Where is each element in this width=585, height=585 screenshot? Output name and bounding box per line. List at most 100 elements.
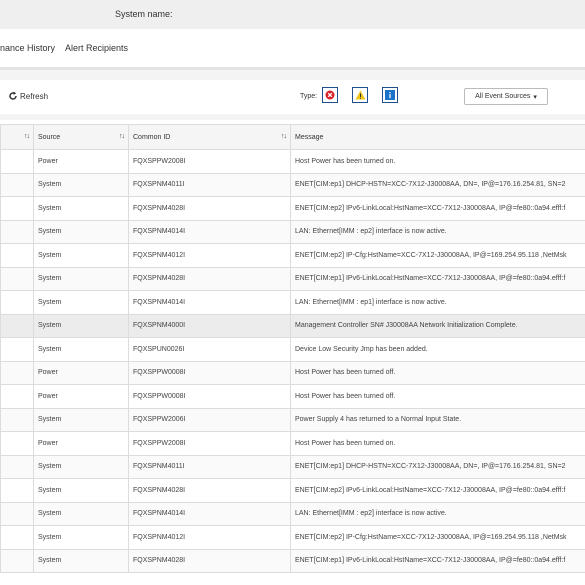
type-cell xyxy=(0,360,34,385)
message-cell: ENET[CIM:ep1] DHCP-HSTN=XCC-7X12-J30008A… xyxy=(290,454,585,479)
common-id-cell: FQXSPNM4014I xyxy=(128,219,291,244)
column-header-source-label: Source xyxy=(38,133,61,141)
warning-icon xyxy=(355,90,365,100)
table-row[interactable]: System FQXSPNM4012I ENET[CIM:ep2] IP-Cfg:H… xyxy=(0,525,585,550)
common-id-cell: FQXSPNM4028I xyxy=(128,548,291,573)
top-bar: System name: xyxy=(0,0,585,29)
message-cell: Device Low Security Jmp has been added. xyxy=(290,337,585,362)
common-id-cell: FQXSPNM4012I xyxy=(128,243,291,268)
table-row[interactable]: System FQXSPNM4014I LAN: Ethernet[IMM : ep… xyxy=(0,501,585,526)
table-row[interactable]: System FQXSPNM4028I ENET[CIM:ep1] IPv6-Lin… xyxy=(0,266,585,291)
sort-icon: ↑↓ xyxy=(24,133,30,140)
error-icon xyxy=(325,90,335,100)
table-row[interactable]: Power FQXSPPW0008I Host Power has been tur… xyxy=(0,360,585,385)
refresh-label: Refresh xyxy=(20,91,49,101)
message-cell: Host Power has been turned on. xyxy=(290,431,585,456)
message-cell: LAN: Ethernet[IMM : ep1] interface is no… xyxy=(290,290,585,315)
source-cell: Power xyxy=(33,384,129,409)
source-cell: System xyxy=(33,454,129,479)
common-id-cell: FQXSPNM4028I xyxy=(128,196,291,221)
table-row[interactable]: System FQXSPNM4011I ENET[CIM:ep1] DHCP-HST… xyxy=(0,172,585,197)
system-name-label: System name: xyxy=(115,9,173,19)
type-cell xyxy=(0,384,34,409)
common-id-cell: FQXSPNM4000I xyxy=(128,313,291,338)
type-info-button[interactable] xyxy=(382,87,398,103)
type-cell xyxy=(0,525,34,550)
message-cell: LAN: Ethernet[IMM : ep2] interface is no… xyxy=(290,501,585,526)
type-filter-label: Type: xyxy=(300,93,318,100)
common-id-cell: FQXSPPW2008I xyxy=(128,431,291,456)
type-error-button[interactable] xyxy=(322,87,338,103)
source-cell: Power xyxy=(33,360,129,385)
table-row[interactable]: System FQXSPNM4000I Management Controller … xyxy=(0,313,585,338)
type-cell xyxy=(0,243,34,268)
table-row[interactable]: System FQXSPNM4011I ENET[CIM:ep1] DHCP-HST… xyxy=(0,454,585,479)
table-row[interactable]: Power FQXSPPW0008I Host Power has been tur… xyxy=(0,384,585,409)
message-cell: Power Supply 4 has returned to a Normal … xyxy=(290,407,585,432)
tab-alert-recipients[interactable]: Alert Recipients xyxy=(65,43,128,53)
tab-maintenance-history[interactable]: nance History xyxy=(0,43,55,53)
message-cell: ENET[CIM:ep1] IPv6-LinkLocal:HstName=XCC… xyxy=(290,266,585,291)
common-id-cell: FQXSPPW0008I xyxy=(128,360,291,385)
source-cell: System xyxy=(33,337,129,362)
table-row[interactable]: System FQXSPNM4028I ENET[CIM:ep2] IPv6-Lin… xyxy=(0,478,585,503)
info-icon xyxy=(385,90,395,100)
event-source-dropdown[interactable]: All Event Sources ▾ xyxy=(464,88,548,105)
source-cell: Power xyxy=(33,149,129,174)
source-cell: System xyxy=(33,290,129,315)
type-cell xyxy=(0,431,34,456)
source-cell: System xyxy=(33,525,129,550)
message-cell: Management Controller SN# J30008AA Netwo… xyxy=(290,313,585,338)
type-cell xyxy=(0,149,34,174)
table-row[interactable]: System FQXSPUN0026I Device Low Security Jm… xyxy=(0,337,585,362)
column-header-source[interactable]: Source ↑↓ xyxy=(33,124,129,150)
tabs-bar: nance History Alert Recipients xyxy=(0,29,585,70)
table-row[interactable]: System FQXSPNM4012I ENET[CIM:ep2] IP-Cfg:H… xyxy=(0,243,585,268)
message-cell: Host Power has been turned off. xyxy=(290,384,585,409)
type-warning-button[interactable] xyxy=(352,87,368,103)
message-cell: Host Power has been turned off. xyxy=(290,360,585,385)
source-cell: System xyxy=(33,313,129,338)
message-cell: ENET[CIM:ep2] IPv6-LinkLocal:HstName=XCC… xyxy=(290,196,585,221)
table-separator xyxy=(0,114,585,120)
message-cell: ENET[CIM:ep2] IP-Cfg:HstName=XCC-7X12-J3… xyxy=(290,243,585,268)
refresh-button[interactable]: Refresh xyxy=(8,91,48,101)
message-cell: ENET[CIM:ep1] DHCP-HSTN=XCC-7X12-J30008A… xyxy=(290,172,585,197)
table-row[interactable]: System FQXSPNM4028I ENET[CIM:ep1] IPv6-Lin… xyxy=(0,548,585,573)
type-cell xyxy=(0,548,34,573)
type-cell xyxy=(0,196,34,221)
source-cell: System xyxy=(33,407,129,432)
table-row[interactable]: Power FQXSPPW2008I Host Power has been tur… xyxy=(0,149,585,174)
table-row[interactable]: System FQXSPNM4014I LAN: Ethernet[IMM : ep… xyxy=(0,219,585,244)
source-cell: System xyxy=(33,478,129,503)
source-cell: System xyxy=(33,266,129,291)
message-cell: Host Power has been turned on. xyxy=(290,149,585,174)
type-cell xyxy=(0,478,34,503)
message-cell: ENET[CIM:ep1] IPv6-LinkLocal:HstName=XCC… xyxy=(290,548,585,573)
sort-icon: ↑↓ xyxy=(119,133,125,140)
table-row[interactable]: System FQXSPNM4028I ENET[CIM:ep2] IPv6-Lin… xyxy=(0,196,585,221)
table-row[interactable]: System FQXSPPW2006I Power Supply 4 has ret… xyxy=(0,407,585,432)
column-header-type[interactable]: ↑↓ xyxy=(0,124,34,150)
message-cell: LAN: Ethernet[IMM : ep2] interface is no… xyxy=(290,219,585,244)
common-id-cell: FQXSPNM4028I xyxy=(128,478,291,503)
source-cell: System xyxy=(33,501,129,526)
type-cell xyxy=(0,407,34,432)
type-cell xyxy=(0,290,34,315)
table-row[interactable]: Power FQXSPPW2008I Host Power has been tur… xyxy=(0,431,585,456)
source-cell: Power xyxy=(33,431,129,456)
table-header-row: ↑↓ Source ↑↓ Common ID ↑↓ Message xyxy=(0,124,585,150)
column-header-common-id[interactable]: Common ID ↑↓ xyxy=(128,124,291,150)
column-header-message-label: Message xyxy=(295,133,324,141)
caret-down-icon: ▾ xyxy=(533,93,537,101)
column-header-message[interactable]: Message xyxy=(290,124,585,150)
common-id-cell: FQXSPNM4014I xyxy=(128,290,291,315)
table-row[interactable]: System FQXSPNM4014I LAN: Ethernet[IMM : ep… xyxy=(0,290,585,315)
event-log-table: ↑↓ Source ↑↓ Common ID ↑↓ Message Power FQX… xyxy=(0,124,585,573)
event-source-dropdown-label: All Event Sources xyxy=(475,93,531,100)
type-cell xyxy=(0,172,34,197)
type-cell xyxy=(0,337,34,362)
section-gap xyxy=(0,70,585,80)
type-cell xyxy=(0,266,34,291)
type-cell xyxy=(0,501,34,526)
